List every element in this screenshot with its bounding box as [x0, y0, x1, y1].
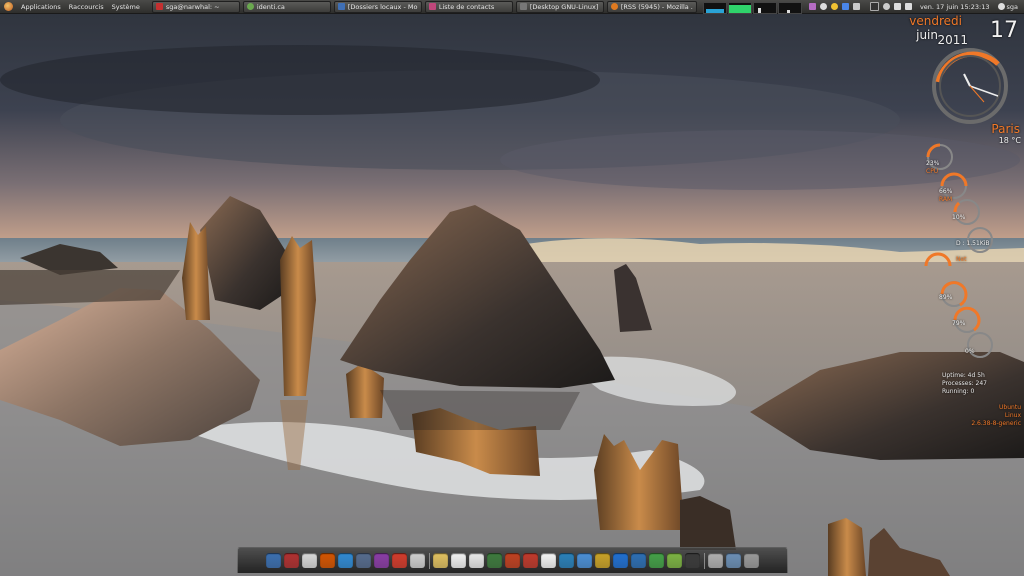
desktop-wallpaper	[0, 0, 1024, 576]
taskbar-label: sga@narwhal: ~	[165, 2, 220, 11]
update-icon[interactable]	[841, 3, 849, 10]
dock-app-icon[interactable]	[320, 553, 335, 568]
taskbar-item-terminal[interactable]: sga@narwhal: ~	[151, 0, 240, 13]
dock-app-icon[interactable]	[559, 553, 574, 568]
dock-separator	[703, 552, 705, 569]
system-tray: ven. 17 juin 15:23:13 sga	[807, 2, 1024, 11]
dock-app-icon[interactable]	[541, 553, 556, 568]
menu-raccourcis[interactable]: Raccourcis	[65, 3, 108, 11]
taskbar-label: [Desktop GNU-Linux]	[529, 2, 599, 11]
taskbar-label: identi.ca	[256, 2, 285, 11]
battery-icon[interactable]	[904, 3, 912, 10]
contacts-icon	[428, 3, 436, 10]
dock-app-icon[interactable]	[726, 553, 741, 568]
dock-app-icon[interactable]	[302, 553, 317, 568]
im-icon[interactable]	[808, 3, 816, 10]
wallpaper-image	[0, 0, 1024, 576]
taskbar-item-contacts[interactable]: Liste de contacts	[424, 0, 513, 13]
dock-app-icon[interactable]	[505, 553, 520, 568]
dock-app-icon[interactable]	[577, 553, 592, 568]
dock-app-icon[interactable]	[392, 553, 407, 568]
taskbar-label: Liste de contacts	[438, 2, 495, 11]
dock-app-icon[interactable]	[451, 553, 466, 568]
dock-app-icon[interactable]	[266, 553, 281, 568]
dock-app-icon[interactable]	[649, 553, 664, 568]
clipboard-icon[interactable]	[852, 3, 860, 10]
menu-systeme[interactable]: Système	[108, 3, 144, 11]
taskbar-item-identica[interactable]: identi.ca	[242, 0, 331, 13]
dock-app-icon[interactable]	[667, 553, 682, 568]
mail-indicator-icon[interactable]	[869, 2, 879, 11]
dock-app-icon[interactable]	[487, 553, 502, 568]
dock-app-icon[interactable]	[744, 553, 759, 568]
dock-app-icon[interactable]	[338, 553, 353, 568]
dock-app-icon[interactable]	[595, 553, 610, 568]
dock-app-icon[interactable]	[469, 553, 484, 568]
dock-app-icon[interactable]	[685, 553, 700, 568]
taskbar-item-mail[interactable]: [Dossiers locaux - Mo...	[333, 0, 422, 13]
dock-app-icon[interactable]	[410, 553, 425, 568]
cpu-graph	[702, 1, 727, 14]
username[interactable]: sga	[1007, 3, 1019, 11]
identica-icon	[246, 3, 254, 10]
memory-graph	[727, 1, 752, 14]
dock	[237, 547, 788, 573]
clock[interactable]: ven. 17 juin 15:23:13	[920, 3, 990, 11]
dock-app-icon[interactable]	[523, 553, 538, 568]
taskbar-label: [RSS (5945) - Mozilla ...	[620, 2, 693, 11]
dock-app-icon[interactable]	[613, 553, 628, 568]
dock-app-icon[interactable]	[631, 553, 646, 568]
dock-app-icon[interactable]	[708, 553, 723, 568]
taskbar-item-firefox[interactable]: [RSS (5945) - Mozilla ...	[606, 0, 697, 13]
dock-app-icon[interactable]	[433, 553, 448, 568]
volume-icon[interactable]	[893, 3, 901, 10]
menu-applications[interactable]: Applications	[17, 3, 65, 11]
settings-icon[interactable]	[819, 3, 827, 10]
taskbar-label: [Dossiers locaux - Mo...	[347, 2, 418, 11]
dock-app-icon[interactable]	[356, 553, 371, 568]
network-icon[interactable]	[882, 3, 890, 10]
network-graph	[752, 1, 777, 14]
dock-app-icon[interactable]	[284, 553, 299, 568]
weather-icon[interactable]	[830, 3, 838, 10]
load-graph	[777, 1, 802, 14]
firefox-icon	[610, 3, 618, 10]
mail-icon	[337, 3, 345, 10]
dock-app-icon[interactable]	[374, 553, 389, 568]
terminal-icon	[155, 3, 163, 10]
taskbar-item-desktop[interactable]: [Desktop GNU-Linux]	[515, 0, 604, 13]
folder-icon	[519, 3, 527, 10]
dock-separator	[428, 552, 430, 569]
ubuntu-logo-icon[interactable]	[4, 2, 13, 11]
top-panel: Applications Raccourcis Système sga@narw…	[0, 0, 1024, 14]
system-monitor-applet[interactable]	[702, 1, 803, 14]
user-icon[interactable]	[997, 3, 1005, 10]
